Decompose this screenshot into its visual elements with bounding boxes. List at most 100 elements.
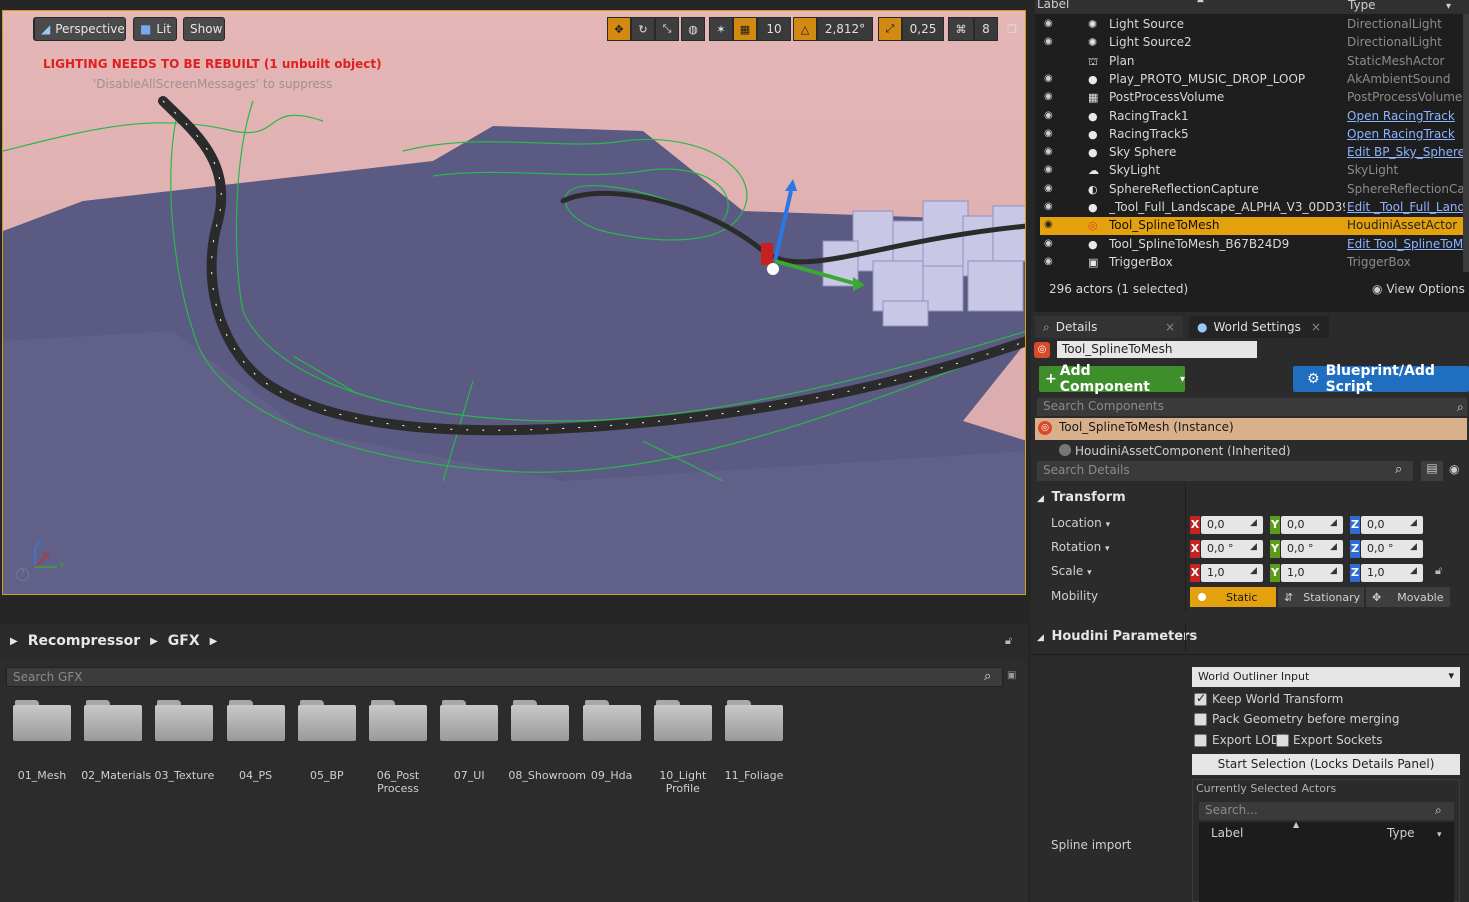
outliner-row[interactable]: ◉ ● RacingTrack1 Open RacingTrack [1040, 108, 1464, 126]
component-instance-row[interactable]: Tool_SplineToMesh (Instance) [1035, 418, 1467, 440]
outliner-row[interactable]: ◉ ✺ Light Source2 DirectionalLight [1040, 34, 1464, 52]
visibility-eye-icon[interactable]: ◉ [1044, 73, 1058, 84]
search-actors-input[interactable]: Search... [1199, 802, 1454, 820]
outliner-row[interactable]: ◉ ◎ Tool_SplineToMesh HoudiniAssetActor [1040, 217, 1464, 236]
camera-speed-value[interactable]: 8 [974, 17, 998, 41]
folder-item[interactable]: 09_Hda [580, 700, 644, 782]
outliner-row[interactable]: ◉ ▦ PostProcessVolume PostProcessVolume [1040, 89, 1464, 107]
drag-handle-icon[interactable]: ◢ [1330, 566, 1337, 576]
label-column-header[interactable]: Label [1211, 826, 1243, 840]
folder-item[interactable]: 08_Showroom [508, 700, 586, 782]
actor-type-link[interactable]: Edit BP_Sky_Sphere [1347, 145, 1464, 159]
houdini-parameters-section[interactable]: ◢ Houdini Parameters [1037, 629, 1197, 644]
folder-item[interactable]: 01_Mesh [10, 700, 74, 782]
visibility-eye-icon[interactable]: ◉ [1044, 220, 1058, 230]
visibility-eye-icon[interactable]: ◉ [1044, 165, 1058, 175]
outliner-scrollbar[interactable] [1463, 14, 1469, 272]
visibility-eye-icon[interactable]: ◉ [1044, 92, 1058, 102]
scale-label[interactable]: Scale ▾ [1051, 564, 1092, 578]
visibility-eye-icon[interactable] [1044, 56, 1058, 66]
type-column-header[interactable]: Type [1387, 826, 1415, 840]
outliner-row[interactable]: ◉ ● _Tool_Full_Landscape_ALPHA_V3_0DD399(E… [1040, 199, 1464, 217]
drag-handle-icon[interactable]: ◢ [1410, 542, 1417, 552]
transform-section[interactable]: ◢ Transform [1037, 490, 1126, 505]
tab-world-settings[interactable]: ● World Settings × [1189, 316, 1329, 338]
close-icon[interactable]: × [1165, 320, 1175, 334]
folder-item[interactable]: 05_BP [295, 700, 359, 782]
grid-snap-icon[interactable]: ▦ [733, 17, 757, 41]
drag-handle-icon[interactable]: ◢ [1250, 518, 1257, 528]
viewport-scene[interactable] [3, 11, 1026, 595]
mobility-stationary-button[interactable]: ⇵ Stationary [1278, 587, 1364, 607]
outliner-row[interactable]: ◉ ● Sky Sphere Edit BP_Sky_Sphere [1040, 144, 1464, 162]
export-lods-checkbox[interactable] [1194, 734, 1207, 747]
outliner-row[interactable]: ◉ ● Tool_SplineToMesh_B67B24D9 Edit Tool_Sp… [1040, 236, 1464, 254]
search-details-input[interactable]: Search Details [1037, 461, 1413, 481]
show-button[interactable]: Show [183, 17, 225, 41]
type-column-header[interactable]: Type [1348, 0, 1376, 12]
lock-icon[interactable]: 🔓︎ [1005, 634, 1019, 648]
outliner-row[interactable]: ◉ ◐ SphereReflectionCapture SphereReflectio… [1040, 181, 1464, 199]
folder-item[interactable]: 06_Post Process [366, 700, 430, 795]
start-selection-button[interactable]: Start Selection (Locks Details Panel) [1192, 754, 1460, 775]
location-label[interactable]: Location ▾ [1051, 516, 1110, 530]
folder-item[interactable]: 11_Foliage [722, 700, 786, 782]
folder-item[interactable]: 03_Texture [152, 700, 216, 782]
tab-details[interactable]: ⌕ Details × [1035, 316, 1183, 338]
visibility-eye-icon[interactable]: ◉ [1044, 19, 1058, 29]
drag-handle-icon[interactable]: ◢ [1250, 542, 1257, 552]
surface-snap-icon[interactable]: ✶ [709, 17, 733, 41]
export-sockets-checkbox[interactable] [1276, 734, 1289, 747]
visibility-eye-icon[interactable]: ◉ [1044, 256, 1058, 267]
camera-speed-icon[interactable]: ⌘ [948, 17, 974, 41]
property-matrix-icon[interactable]: ▤ [1421, 461, 1443, 481]
folder-item[interactable]: 10_Light Profile [651, 700, 715, 795]
input-type-dropdown[interactable]: World Outliner Input ▾ [1192, 667, 1460, 687]
mobility-static-button[interactable]: Static [1190, 587, 1276, 607]
outliner-row[interactable]: ⛫ Plan StaticMeshActor [1040, 53, 1464, 71]
visibility-eye-icon[interactable]: ◉ [1044, 128, 1058, 139]
mobility-movable-button[interactable]: ✥ Movable [1366, 587, 1450, 607]
folder-item[interactable]: 02_Materials [81, 700, 151, 782]
folder-item[interactable]: 07_UI [437, 700, 501, 782]
breadcrumb-item-recompressor[interactable]: Recompressor [28, 633, 140, 649]
eye-icon[interactable]: ◉ [1449, 462, 1459, 476]
grid-snap-value[interactable]: 10 [757, 17, 791, 41]
close-icon[interactable]: × [1311, 320, 1321, 334]
drag-handle-icon[interactable]: ◢ [1330, 542, 1337, 552]
perspective-button[interactable]: ◢ Perspective [34, 17, 126, 41]
chevron-down-icon[interactable]: ▾ [1446, 1, 1451, 12]
keep-world-transform-checkbox[interactable] [1194, 691, 1207, 706]
rotation-snap-icon[interactable]: △ [793, 17, 817, 41]
label-column-header[interactable]: Label [1037, 0, 1069, 11]
visibility-eye-icon[interactable]: ◉ [1044, 147, 1058, 157]
translate-mode-icon[interactable]: ✥ [607, 17, 631, 41]
actor-type-link[interactable]: Edit Tool_SplineToM [1347, 237, 1464, 251]
actor-type-link[interactable]: Open RacingTrack [1347, 109, 1464, 123]
outliner-row[interactable]: ◉ ▣ TriggerBox TriggerBox [1040, 254, 1464, 272]
outliner-row[interactable]: ◉ ● Play_PROTO_MUSIC_DROP_LOOP AkAmbientSou… [1040, 71, 1464, 89]
scale-snap-value[interactable]: 0,25 [902, 17, 944, 41]
chevron-right-icon[interactable]: ▶ [210, 636, 218, 647]
drag-handle-icon[interactable]: ◢ [1410, 566, 1417, 576]
search-gfx-input[interactable]: Search GFX [6, 667, 1003, 687]
actor-type-link[interactable]: Open RacingTrack [1347, 127, 1464, 141]
scale-snap-icon[interactable]: ⤢ [878, 17, 902, 41]
outliner-row[interactable]: ◉ ✺ Light Source DirectionalLight [1040, 16, 1464, 34]
rotate-mode-icon[interactable]: ↻ [631, 17, 655, 41]
folder-item[interactable]: 04_PS [224, 700, 288, 782]
actor-type-link[interactable]: Edit _Tool_Full_Land [1347, 200, 1464, 214]
chevron-right-icon[interactable]: ▶ [10, 636, 18, 647]
visibility-eye-icon[interactable]: ◉ [1044, 202, 1058, 212]
drag-handle-icon[interactable]: ◢ [1410, 518, 1417, 528]
breadcrumb-item-gfx[interactable]: GFX [168, 633, 200, 649]
outliner-row[interactable]: ◉ ☁ SkyLight SkyLight [1040, 162, 1464, 180]
add-component-button[interactable]: + Add Component ▾ [1039, 363, 1185, 395]
visibility-eye-icon[interactable]: ◉ [1044, 183, 1058, 194]
rotation-snap-value[interactable]: 2,812° [817, 17, 873, 41]
visibility-eye-icon[interactable]: ◉ [1044, 110, 1058, 121]
blueprint-add-script-button[interactable]: ⚙ Blueprint/Add Script [1293, 363, 1469, 395]
view-options-button[interactable]: ◉ View Options [1372, 282, 1465, 296]
lit-button[interactable]: ■ Lit [133, 17, 177, 41]
world-space-icon[interactable]: ◍ [681, 17, 705, 41]
